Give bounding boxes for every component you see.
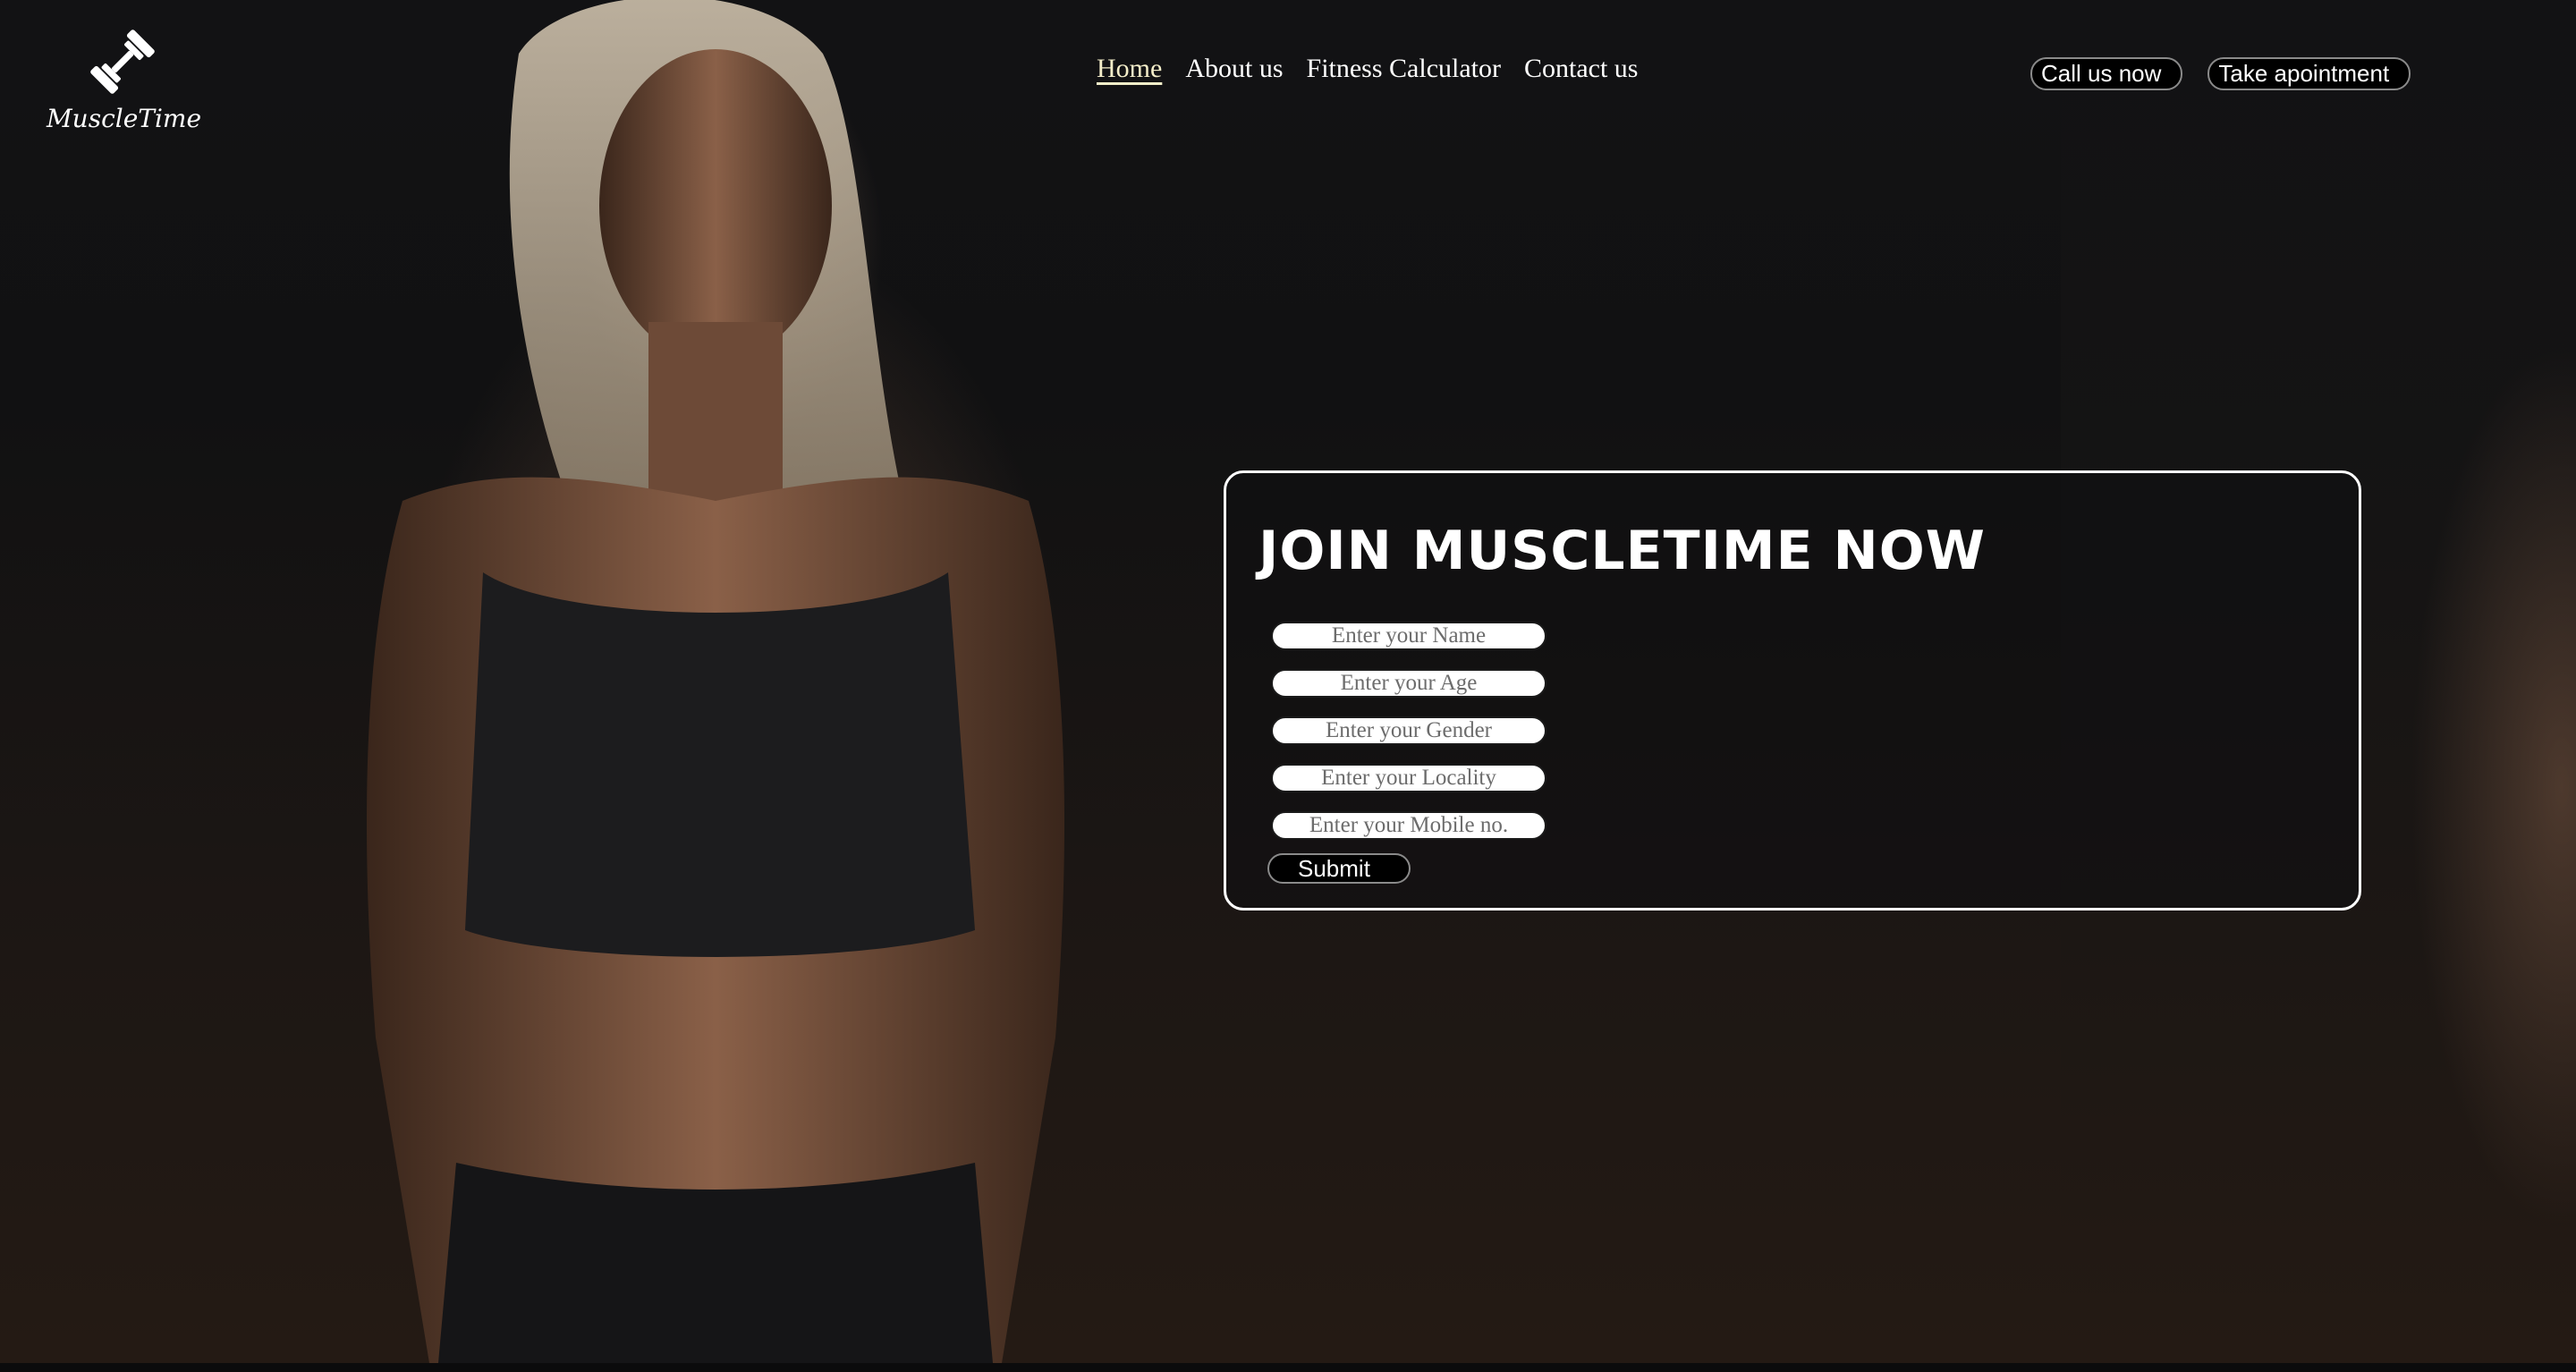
nav-item-about[interactable]: About us bbox=[1185, 54, 1283, 84]
brand-name: MuscleTime bbox=[47, 104, 202, 133]
mobile-input[interactable] bbox=[1271, 811, 1546, 840]
locality-input[interactable] bbox=[1271, 764, 1546, 792]
name-input[interactable] bbox=[1271, 622, 1546, 650]
page: MuscleTime Home About us Fitness Calcula… bbox=[0, 0, 2576, 1372]
hero-bottom-edge bbox=[0, 1363, 2576, 1372]
take-appointment-button[interactable]: Take apointment bbox=[2207, 57, 2411, 90]
submit-button[interactable]: Submit bbox=[1267, 853, 1411, 884]
dumbbell-icon bbox=[90, 30, 155, 94]
header-actions: Call us now Take apointment bbox=[2030, 57, 2411, 90]
athlete-photo bbox=[367, 0, 1064, 1363]
join-form: Submit bbox=[1267, 622, 1546, 884]
gender-input[interactable] bbox=[1271, 716, 1546, 745]
main-nav: Home About us Fitness Calculator Contact… bbox=[1097, 54, 1639, 84]
nav-item-home[interactable]: Home bbox=[1097, 54, 1162, 84]
nav-item-contact[interactable]: Contact us bbox=[1524, 54, 1639, 84]
age-input[interactable] bbox=[1271, 669, 1546, 698]
join-form-panel: JOIN MUSCLETIME NOW Submit bbox=[1224, 470, 2361, 910]
call-us-button[interactable]: Call us now bbox=[2030, 57, 2183, 90]
join-title: JOIN MUSCLETIME NOW bbox=[1258, 520, 1986, 582]
brand-logo[interactable]: MuscleTime bbox=[47, 21, 202, 147]
nav-item-fitness-calculator[interactable]: Fitness Calculator bbox=[1307, 54, 1501, 84]
